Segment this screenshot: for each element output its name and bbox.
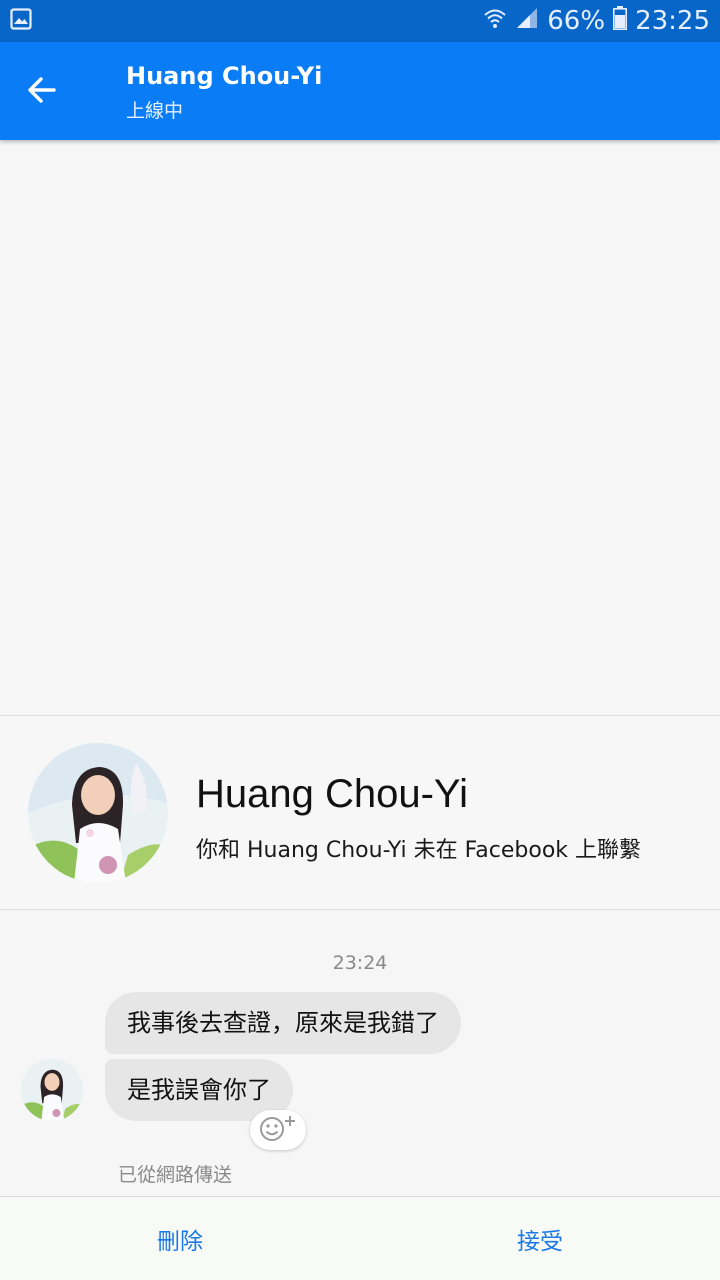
wifi-icon: [483, 6, 507, 37]
avatar[interactable]: [28, 743, 168, 883]
gallery-icon: [10, 8, 32, 34]
clock: 23:25: [635, 6, 710, 36]
status-bar: 66% 23:25: [0, 0, 720, 42]
contact-name: Huang Chou-Yi: [126, 62, 323, 90]
app-bar: Huang Chou-Yi 上線中: [0, 42, 720, 140]
message-bubble[interactable]: 我事後去查證，原來是我錯了: [105, 992, 461, 1054]
signal-icon: [515, 6, 539, 37]
back-button[interactable]: [18, 68, 66, 116]
status-bar-right: 66% 23:25: [483, 5, 710, 37]
accept-button[interactable]: 接受: [360, 1197, 720, 1280]
presence-status: 上線中: [126, 100, 184, 122]
connection-note: 你和 Huang Chou-Yi 未在 Facebook 上聯繫: [196, 838, 642, 863]
delete-button[interactable]: 刪除: [0, 1197, 360, 1280]
arrow-left-icon: [26, 74, 58, 110]
status-bar-left: [10, 8, 32, 34]
smiley-plus-icon: [256, 1113, 300, 1147]
message-timestamp: 23:24: [332, 952, 388, 974]
battery-icon: [613, 5, 628, 37]
profile-name: Huang Chou-Yi: [196, 772, 469, 816]
add-reaction-button[interactable]: [250, 1110, 306, 1150]
delivery-status: 已從網路傳送: [118, 1164, 233, 1186]
sender-avatar[interactable]: [21, 1059, 83, 1121]
request-action-bar: 刪除 接受: [0, 1196, 720, 1280]
profile-card: Huang Chou-Yi 你和 Huang Chou-Yi 未在 Facebo…: [0, 715, 720, 910]
battery-level: 66%: [547, 6, 606, 36]
